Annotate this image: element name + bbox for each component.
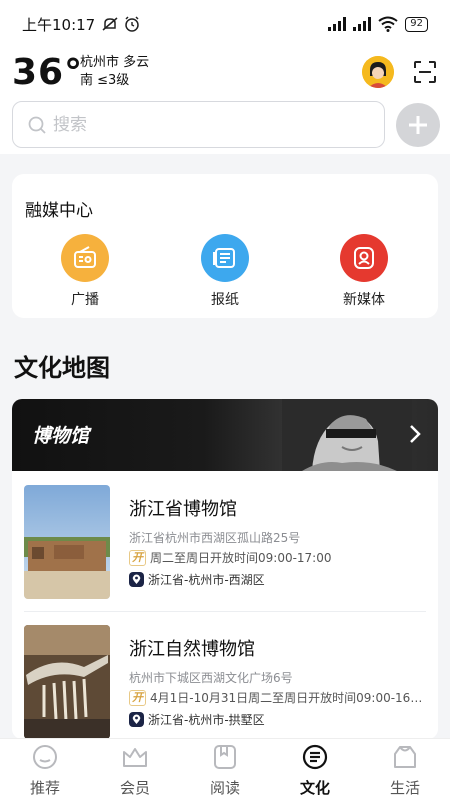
- add-button[interactable]: [396, 103, 440, 147]
- battery-indicator: 92: [405, 16, 428, 32]
- location-pin-icon: [129, 572, 144, 587]
- museum-address: 杭州市下城区西湖文化广场6号: [129, 671, 293, 685]
- museum-thumbnail: [24, 485, 110, 599]
- crown-icon: [123, 748, 147, 767]
- wind-info: 南 ≤3级: [80, 73, 130, 88]
- tab-label: 生活: [389, 779, 420, 797]
- wifi-icon: [378, 16, 398, 32]
- tab-label: 文化: [299, 779, 330, 797]
- museum-region-text: 浙江省-杭州市-西湖区: [148, 573, 265, 587]
- search-input[interactable]: [53, 114, 353, 135]
- newspaper-icon: [213, 248, 235, 268]
- status-bar: 上午10:17 92: [0, 0, 450, 48]
- museum-list-item[interactable]: 浙江自然博物馆 杭州市下城区西湖文化广场6号 开 4月1日-10月31日周二至周…: [24, 625, 426, 739]
- museum-thumbnail: [24, 625, 110, 739]
- weather-info: 杭州市 多云 南 ≤3级: [80, 54, 149, 90]
- scan-icon[interactable]: [413, 60, 437, 84]
- media-item-label: 广播: [71, 292, 99, 308]
- open-tag-icon: 开: [129, 549, 146, 566]
- open-tag-icon: 开: [129, 689, 146, 706]
- tab-culture[interactable]: 文化: [270, 739, 360, 800]
- media-center-card: 融媒中心 广播 报纸 新媒体: [12, 174, 438, 318]
- temperature: 36°: [12, 52, 84, 93]
- tab-member[interactable]: 会员: [90, 739, 180, 800]
- book-icon: [214, 745, 236, 769]
- plus-icon: [409, 116, 427, 134]
- header: 36° 杭州市 多云 南 ≤3级: [0, 48, 450, 154]
- search-icon: [28, 116, 46, 134]
- city-condition: 杭州市 多云: [80, 55, 150, 70]
- museum-region: 浙江省-杭州市-拱墅区: [129, 711, 265, 728]
- alarm-icon: [125, 16, 139, 32]
- tab-read[interactable]: 阅读: [180, 739, 270, 800]
- search-box[interactable]: [12, 101, 385, 148]
- life-icon: [394, 746, 416, 768]
- media-item-label: 新媒体: [343, 292, 385, 308]
- museum-banner-title: 博物馆: [32, 425, 90, 447]
- divider: [24, 611, 426, 612]
- museum-hours: 开 周二至周日开放时间09:00-17:00: [129, 549, 424, 566]
- tab-label: 会员: [119, 779, 150, 797]
- museum-banner[interactable]: 博物馆: [12, 399, 438, 471]
- hd-signal-icon: [328, 17, 347, 31]
- mute-icon: [102, 17, 118, 31]
- museum-section: 博物馆 浙江省博物馆 浙江省杭州市西湖区孤山路25号 开 周二至周日开放时间09…: [12, 399, 438, 739]
- culture-icon: [302, 744, 328, 770]
- bottom-tab-bar: 推荐 会员 阅读 文化 生活: [0, 738, 450, 800]
- tab-label: 推荐: [29, 779, 60, 797]
- museum-name: 浙江省博物馆: [129, 499, 237, 520]
- museum-name: 浙江自然博物馆: [129, 639, 255, 660]
- avatar-icon: [362, 56, 394, 88]
- tab-life[interactable]: 生活: [360, 739, 450, 800]
- media-item-broadcast[interactable]: 广播: [45, 234, 125, 309]
- museum-address: 浙江省杭州市西湖区孤山路25号: [129, 531, 301, 545]
- museum-hours-text: 周二至周日开放时间09:00-17:00: [150, 551, 332, 565]
- culture-map-title: 文化地图: [14, 354, 110, 382]
- media-item-label: 报纸: [211, 292, 239, 308]
- new-media-icon: [354, 247, 374, 269]
- media-item-new-media[interactable]: 新媒体: [324, 234, 404, 309]
- media-center-title: 融媒中心: [25, 201, 93, 221]
- avatar[interactable]: [362, 56, 394, 88]
- museum-hours-text: 4月1日-10月31日周二至周日开放时间09:00-16:...: [150, 691, 424, 705]
- recommend-icon: [33, 745, 57, 769]
- status-time: 上午10:17: [22, 15, 96, 34]
- museum-hours: 开 4月1日-10月31日周二至周日开放时间09:00-16:...: [129, 689, 424, 706]
- statue-image: [282, 399, 412, 471]
- chevron-right-icon: [410, 425, 421, 443]
- museum-region: 浙江省-杭州市-西湖区: [129, 571, 265, 588]
- tab-label: 阅读: [209, 779, 240, 797]
- location-pin-icon: [129, 712, 144, 727]
- museum-list-item[interactable]: 浙江省博物馆 浙江省杭州市西湖区孤山路25号 开 周二至周日开放时间09:00-…: [24, 485, 426, 603]
- tab-recommend[interactable]: 推荐: [0, 739, 90, 800]
- media-item-newspaper[interactable]: 报纸: [185, 234, 265, 309]
- signal-icon: [353, 17, 372, 31]
- museum-region-text: 浙江省-杭州市-拱墅区: [148, 713, 265, 727]
- radio-icon: [74, 246, 96, 268]
